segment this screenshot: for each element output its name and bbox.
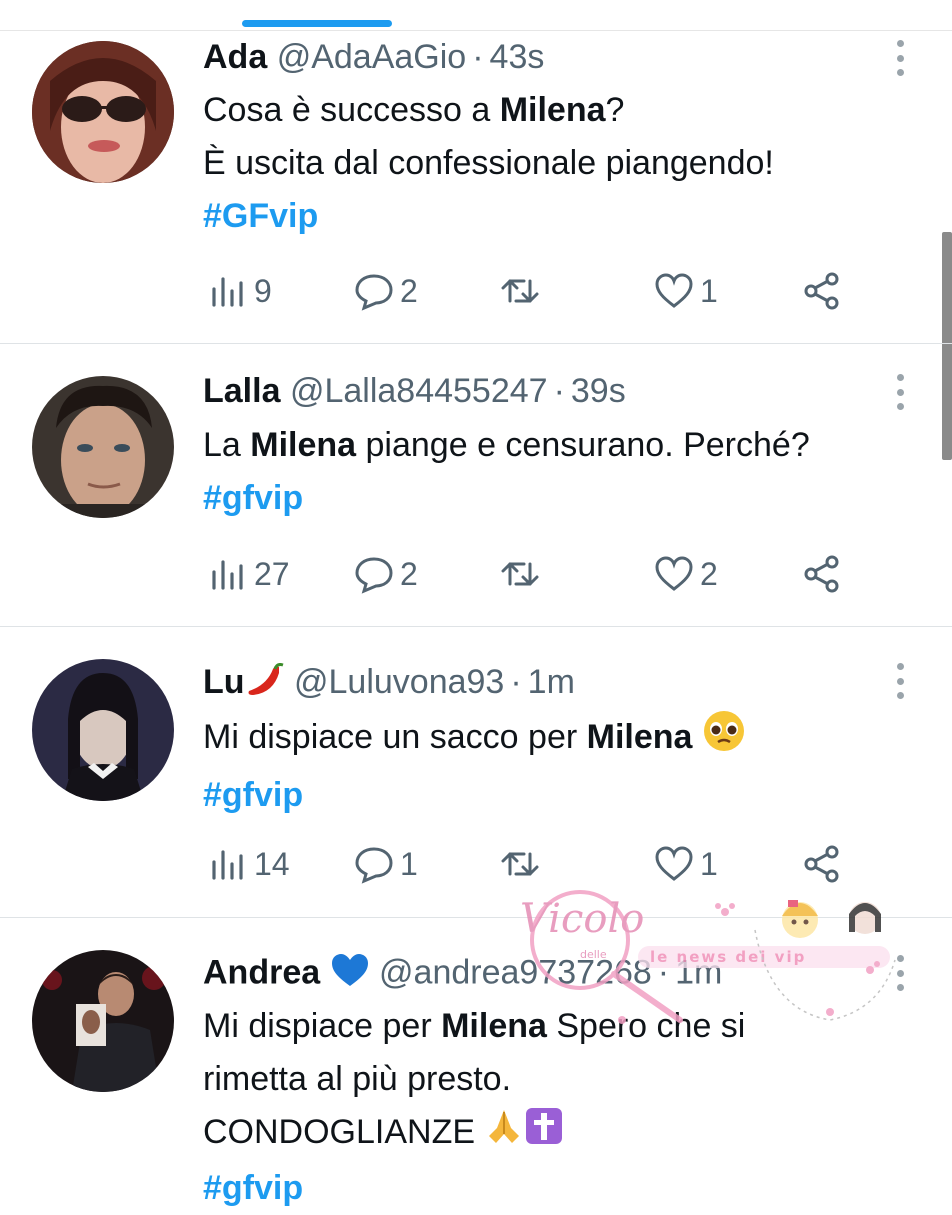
tweet-text: Mi dispiace un sacco per Milena #gfvip — [203, 709, 746, 822]
separator-dot: · — [472, 38, 484, 76]
like-count: 1 — [700, 845, 718, 882]
avatar[interactable] — [32, 41, 174, 183]
more-options-icon[interactable] — [888, 663, 912, 699]
user-handle[interactable]: @AdaAaGio — [277, 38, 467, 76]
heart-icon — [655, 273, 693, 308]
like-button[interactable]: 1 — [654, 844, 718, 884]
views-icon — [212, 560, 243, 590]
like-button[interactable]: 1 — [654, 271, 718, 311]
tweet-header: Lu @Luluvona93 · 1m — [203, 662, 575, 706]
text-line: È uscita dal confessionale piangendo! — [203, 144, 774, 182]
reply-count: 2 — [400, 272, 418, 309]
hashtag-link[interactable]: #gfvip — [203, 1162, 745, 1215]
share-icon — [804, 555, 839, 593]
user-handle[interactable]: @Lalla84455247 — [290, 372, 548, 410]
retweet-button[interactable] — [500, 554, 546, 594]
reply-count: 1 — [400, 845, 418, 882]
text-line: La Milena piange e censurano. Perché? — [203, 426, 810, 464]
reply-button[interactable]: 1 — [354, 844, 418, 884]
heart-icon — [655, 556, 693, 591]
separator-dot: · — [657, 953, 670, 992]
text-line: Mi dispiace un sacco per Milena — [203, 709, 746, 769]
text-line: Mi dispiace per Milena Spero che si — [203, 1007, 746, 1045]
separator-dot: · — [553, 372, 565, 410]
views-icon — [212, 277, 243, 307]
tweet-ada[interactable]: Ada @AdaAaGio · 43s Cosa è successo a Mile… — [0, 31, 952, 344]
action-bar: 14 1 1 — [208, 844, 888, 884]
tweet-header: Ada @AdaAaGio · 43s — [203, 37, 544, 77]
text-line: CONDOGLIANZE — [203, 1106, 745, 1162]
latin-cross-icon — [524, 1106, 564, 1162]
display-name[interactable]: Ada — [203, 38, 267, 76]
more-options-icon[interactable] — [888, 955, 912, 991]
tweet-text: Mi dispiace per Milena Spero che si rime… — [203, 1000, 745, 1215]
retweet-icon — [501, 279, 539, 303]
blue-heart-icon — [330, 952, 370, 997]
views-button[interactable]: 27 — [208, 554, 290, 594]
hashtag-link[interactable]: #GFvip — [203, 190, 774, 243]
heart-icon — [655, 846, 693, 881]
views-button[interactable]: 14 — [208, 844, 290, 884]
hashtag-link[interactable]: #gfvip — [203, 472, 810, 525]
share-button[interactable] — [802, 271, 842, 311]
timestamp[interactable]: 1m — [528, 663, 575, 701]
pleading-face-icon — [702, 709, 746, 769]
tweet-header: Lalla @Lalla84455247 · 39s — [203, 371, 626, 411]
separator-dot: · — [510, 663, 522, 701]
user-handle[interactable]: @andrea9737268 — [379, 953, 652, 991]
more-options-icon[interactable] — [888, 374, 912, 410]
text-line: rimetta al più presto. — [203, 1060, 512, 1098]
avatar[interactable] — [32, 659, 174, 801]
folded-hands-icon — [484, 1106, 524, 1162]
tweet-text: Cosa è successo a Milena? È uscita dal c… — [203, 84, 774, 243]
action-bar: 9 2 1 — [208, 271, 888, 311]
views-icon — [212, 850, 243, 880]
retweet-icon — [501, 852, 539, 876]
share-icon — [804, 272, 839, 310]
share-icon — [804, 845, 839, 883]
views-button[interactable]: 9 — [208, 271, 272, 311]
tweet-andrea[interactable]: Andrea @andrea9737268 · 1m Mi dispiace per… — [0, 918, 952, 1207]
reply-count: 2 — [400, 555, 418, 592]
tweet-text: La Milena piange e censurano. Perché? #g… — [203, 419, 810, 525]
timestamp[interactable]: 1m — [675, 953, 722, 991]
like-button[interactable]: 2 — [654, 554, 718, 594]
user-handle[interactable]: @Luluvona93 — [294, 663, 504, 701]
tweet-lu[interactable]: Lu @Luluvona93 · 1m Mi dispiace un sacco p… — [0, 627, 952, 918]
text-line: Cosa è successo a Milena? — [203, 91, 625, 129]
more-options-icon[interactable] — [888, 40, 912, 76]
hashtag-link[interactable]: #gfvip — [203, 769, 746, 822]
reply-icon — [355, 274, 393, 311]
reply-icon — [355, 557, 393, 594]
share-button[interactable] — [802, 554, 842, 594]
views-count: 27 — [254, 555, 290, 592]
reply-icon — [355, 847, 393, 884]
like-count: 1 — [700, 272, 718, 309]
tab-indicator — [242, 20, 392, 27]
timestamp[interactable]: 43s — [490, 38, 545, 76]
avatar[interactable] — [32, 376, 174, 518]
share-button[interactable] — [802, 844, 842, 884]
like-count: 2 — [700, 555, 718, 592]
retweet-button[interactable] — [500, 844, 546, 884]
avatar[interactable] — [32, 950, 174, 1092]
action-bar: 27 2 2 — [208, 554, 888, 594]
retweet-icon — [501, 562, 539, 586]
display-name[interactable]: Lalla — [203, 372, 280, 410]
chili-pepper-icon — [245, 662, 285, 706]
reply-button[interactable]: 2 — [354, 554, 418, 594]
reply-button[interactable]: 2 — [354, 271, 418, 311]
views-count: 9 — [254, 272, 272, 309]
display-name[interactable]: Lu — [203, 663, 245, 701]
retweet-button[interactable] — [500, 271, 546, 311]
tweet-header: Andrea @andrea9737268 · 1m — [203, 952, 722, 997]
display-name[interactable]: Andrea — [203, 953, 320, 991]
tweet-lalla[interactable]: Lalla @Lalla84455247 · 39s La Milena piang… — [0, 344, 952, 627]
views-count: 14 — [254, 845, 290, 882]
timestamp[interactable]: 39s — [571, 372, 626, 410]
